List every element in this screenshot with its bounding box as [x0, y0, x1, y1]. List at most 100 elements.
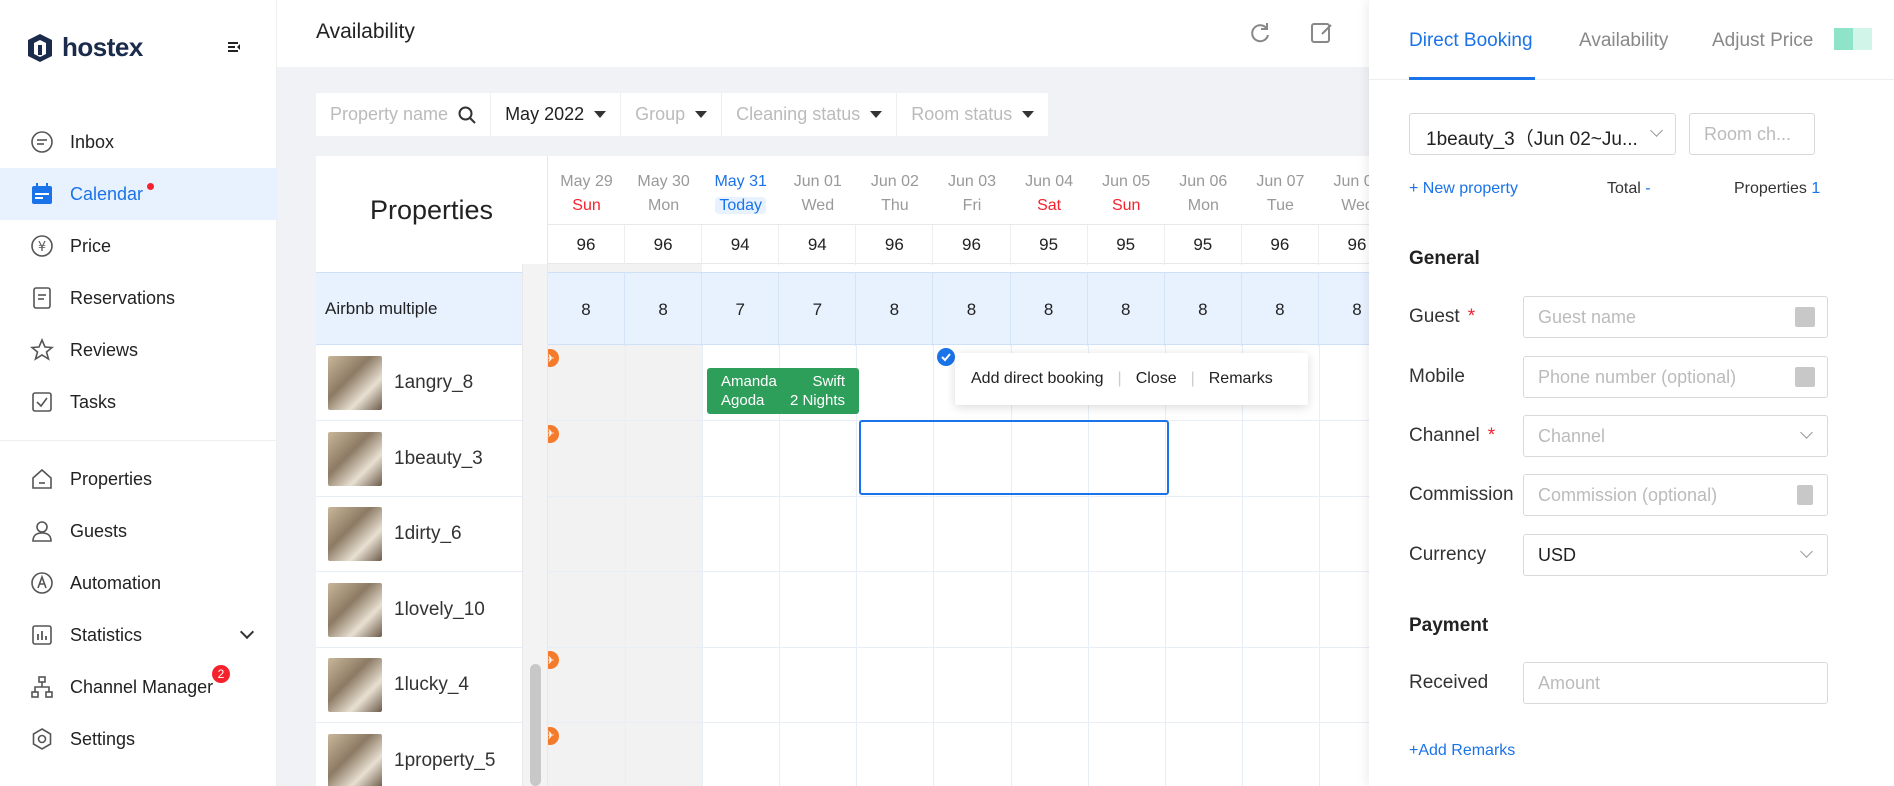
general-section-title: General: [1409, 248, 1480, 269]
date-header[interactable]: May 31 Today: [702, 156, 779, 222]
date-header[interactable]: Jun 02 Thu: [856, 156, 933, 222]
remarks-button[interactable]: Remarks: [1209, 370, 1273, 388]
edit-icon[interactable]: [1309, 20, 1335, 46]
weekday-text: Sun: [572, 197, 601, 214]
date-header[interactable]: Jun 08 Wed: [1319, 156, 1369, 222]
group-count: 7: [779, 273, 857, 346]
date-header[interactable]: Jun 05 Sun: [1088, 156, 1165, 222]
channel-placeholder: Channel: [1538, 425, 1606, 446]
calculator-icon[interactable]: [1797, 485, 1813, 505]
sidebar-item-calendar[interactable]: Calendar: [0, 168, 277, 220]
date-header[interactable]: Jun 01 Wed: [779, 156, 856, 222]
property-search-placeholder: Property name: [330, 104, 449, 124]
sidebar-item-inbox[interactable]: Inbox: [0, 116, 277, 168]
channel-select[interactable]: Channel: [1523, 415, 1828, 457]
panel-toggle-icon[interactable]: [1834, 28, 1872, 50]
date-header[interactable]: Jun 04 Sat: [1011, 156, 1088, 222]
cleaning-status-select[interactable]: Cleaning status: [722, 93, 898, 136]
tab-direct-booking[interactable]: Direct Booking: [1409, 30, 1533, 52]
booking-guest-first: Amanda: [721, 373, 777, 390]
guest-name-input[interactable]: Guest name: [1523, 296, 1828, 338]
property-info[interactable]: 1lucky_4: [316, 647, 519, 723]
month-select[interactable]: May 2022: [491, 93, 622, 136]
group-select[interactable]: Group: [621, 93, 723, 136]
date-header[interactable]: Jun 06 Mon: [1165, 156, 1242, 222]
property-info[interactable]: 1angry_8: [316, 345, 519, 421]
group-count: 8: [1319, 273, 1369, 346]
chevron-down-icon: [1800, 426, 1813, 439]
phone-input[interactable]: Phone number (optional): [1523, 356, 1828, 398]
date-label: Jun 05: [1102, 173, 1151, 190]
chevron-down-icon[interactable]: [239, 624, 255, 640]
weekday-label: Wed: [1319, 194, 1369, 218]
sidebar-item-automation[interactable]: Automation: [0, 557, 277, 609]
logo[interactable]: hostex: [26, 30, 143, 64]
contact-icon[interactable]: [1795, 307, 1815, 327]
sidebar-item-statistics[interactable]: Statistics: [0, 609, 277, 661]
contact-icon[interactable]: [1795, 367, 1815, 387]
date-header[interactable]: May 29 Sun: [548, 156, 625, 222]
received-label: Received: [1409, 672, 1489, 693]
sidebar-item-tasks[interactable]: Tasks: [0, 376, 277, 428]
weekday-text: Sat: [1037, 197, 1062, 214]
tab-availability[interactable]: Availability: [1579, 30, 1668, 52]
currency-select[interactable]: USD: [1523, 534, 1828, 576]
weekday-label: Sun: [548, 194, 625, 218]
add-direct-booking-button[interactable]: Add direct booking: [971, 370, 1104, 388]
availability-count: 96: [856, 225, 934, 265]
property-info[interactable]: 1beauty_3: [316, 421, 519, 497]
property-info[interactable]: 1dirty_6: [316, 496, 519, 572]
sidebar-item-reservations[interactable]: Reservations: [0, 272, 277, 324]
group-count: 7: [702, 273, 780, 346]
date-header[interactable]: May 30 Mon: [625, 156, 702, 222]
month-value: May 2022: [505, 104, 585, 124]
property-search-input[interactable]: Property name: [316, 93, 492, 136]
sidebar-item-guests[interactable]: Guests: [0, 505, 277, 557]
date-label: May 31: [714, 173, 767, 190]
new-property-link[interactable]: + New property: [1409, 180, 1518, 198]
menu-separator: |: [1117, 370, 1122, 387]
tab-adjust-price[interactable]: Adjust Price: [1712, 30, 1813, 52]
date-selection-box[interactable]: [859, 420, 1169, 495]
sidebar-item-label: Guests: [70, 520, 128, 541]
amount-input[interactable]: Amount: [1523, 662, 1828, 704]
room-select[interactable]: Room ch...: [1689, 113, 1815, 155]
property-select[interactable]: 1beauty_3（Jun 02~Ju...: [1409, 113, 1676, 155]
date-header[interactable]: Jun 03 Fri: [934, 156, 1011, 222]
room-status-select[interactable]: Room status: [897, 93, 1048, 136]
guest-label-text: Guest: [1409, 306, 1460, 327]
group-row[interactable]: Airbnb multiple 88778888888: [316, 272, 1369, 346]
sidebar-item-channel-manager[interactable]: Channel Manager 2: [0, 661, 277, 713]
commission-input[interactable]: Commission (optional): [1523, 474, 1828, 516]
refresh-icon[interactable]: [1247, 20, 1273, 46]
property-info[interactable]: 1property_5: [316, 723, 519, 786]
add-remarks-link[interactable]: +Add Remarks: [1409, 742, 1515, 760]
check-icon[interactable]: [937, 348, 955, 366]
sidebar-item-reviews[interactable]: Reviews: [0, 324, 277, 376]
sidebar-item-settings[interactable]: Settings: [0, 713, 277, 765]
channel-row: Channel * Channel: [1409, 415, 1829, 457]
weekday-text: Mon: [648, 197, 680, 214]
required-mark: *: [1467, 306, 1476, 327]
properties-label: Properties: [1734, 180, 1807, 197]
sidebar-item-label: Automation: [70, 572, 162, 593]
channel-label-text: Channel: [1409, 425, 1480, 446]
properties-scrollbar[interactable]: [522, 264, 548, 786]
close-button[interactable]: Close: [1136, 370, 1177, 388]
properties-count: 1: [1811, 180, 1821, 197]
menu-separator: |: [1190, 370, 1195, 387]
property-name: 1dirty_6: [394, 523, 462, 544]
property-info[interactable]: 1lovely_10: [316, 572, 519, 648]
date-header[interactable]: Jun 07 Tue: [1242, 156, 1319, 222]
scrollbar-thumb[interactable]: [530, 664, 541, 786]
checkbox-icon: [30, 390, 54, 414]
cleaning-status-placeholder: Cleaning status: [736, 104, 861, 124]
sidebar-item-properties[interactable]: Properties: [0, 453, 277, 505]
mobile-label: Mobile: [1409, 366, 1465, 387]
sidebar-item-price[interactable]: ¥ Price: [0, 220, 277, 272]
currency-label: Currency: [1409, 544, 1487, 565]
weekday-text: Today: [715, 197, 767, 214]
collapse-menu-icon[interactable]: [226, 38, 244, 56]
booking-block[interactable]: Amanda Swift Agoda 2 Nights: [707, 368, 859, 414]
availability-count: 95: [1011, 225, 1088, 265]
